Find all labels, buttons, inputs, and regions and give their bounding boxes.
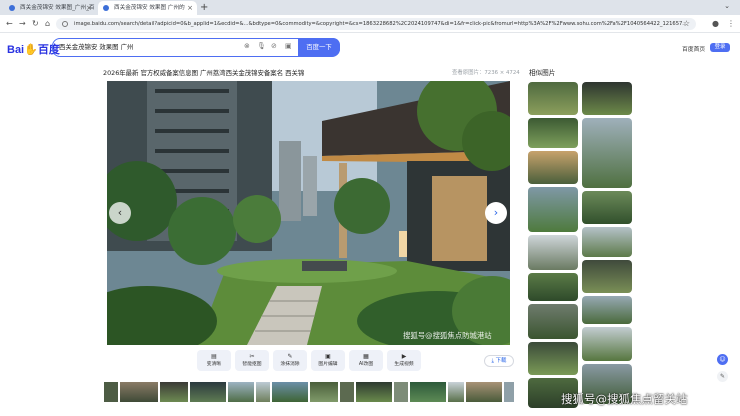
erase-button[interactable]: ✎ 涂抹消除 — [273, 350, 307, 371]
cutout-icon: ✂ — [249, 353, 255, 360]
thumbnail[interactable] — [160, 382, 188, 402]
download-button[interactable]: ⤓ 下载 — [484, 355, 514, 367]
close-tab-icon[interactable]: × — [187, 1, 193, 15]
clear-icon[interactable]: ⊗ — [244, 42, 250, 50]
forward-icon[interactable]: → — [19, 18, 26, 30]
tool-label: 智能抠图 — [242, 362, 262, 367]
thumbnail[interactable] — [310, 382, 338, 402]
related-image[interactable] — [582, 227, 632, 257]
browser-tab-title: 西关金茂锦安 效果图_广州_百 — [20, 5, 95, 11]
tool-label: 涂抹消除 — [280, 362, 300, 367]
bottom-watermark: 搜狐号@搜狐焦点留关站 — [561, 392, 688, 406]
related-image[interactable] — [582, 191, 632, 224]
tool-label: 图片编辑 — [318, 362, 338, 367]
thumbnail[interactable] — [120, 382, 158, 402]
thumbnail[interactable] — [104, 382, 118, 402]
back-icon[interactable]: ← — [6, 18, 13, 30]
thumbnail-strip — [104, 382, 514, 402]
smart-cutout-button[interactable]: ✂ 智能抠图 — [235, 350, 269, 371]
related-image[interactable] — [582, 296, 632, 324]
edit-float-icon[interactable]: ✎ — [717, 371, 728, 382]
image-title: 2026年最新 官方权威备案信息图 广州荔湾西关金茂锦安备案名 西关锦 — [103, 69, 305, 77]
main-image[interactable]: ‹ › 搜狐号@搜狐焦点防城港站 — [107, 81, 510, 345]
edit-icon: ▣ — [325, 353, 331, 360]
tab-bar: 西关金茂锦安 效果图_广州_百 × 西关金茂锦安 效果图 广州的 × + ⌄ — [0, 0, 740, 15]
close-tab-icon[interactable]: × — [86, 1, 92, 15]
related-image[interactable] — [528, 235, 578, 270]
browser-tab-title: 西关金茂锦安 效果图 广州的 — [114, 5, 185, 11]
baidu-favicon-icon — [103, 5, 109, 11]
baidu-favicon-icon — [9, 5, 15, 11]
related-image[interactable] — [582, 82, 632, 115]
related-image[interactable] — [528, 273, 578, 301]
eraser-icon: ✎ — [287, 353, 293, 360]
image-edit-button[interactable]: ▣ 图片编辑 — [311, 350, 345, 371]
tool-label: 变清晰 — [206, 362, 222, 367]
related-image[interactable] — [528, 82, 578, 115]
thumbnail[interactable] — [256, 382, 270, 402]
profile-icon[interactable]: ● — [712, 18, 719, 30]
related-image[interactable] — [528, 118, 578, 148]
hd-icon: ▤ — [211, 353, 217, 360]
feedback-icon[interactable]: ☺ — [717, 354, 728, 365]
url-text: image.baidu.com/search/detail?adpicid=0&… — [74, 21, 688, 27]
previous-image-button[interactable]: ‹ — [109, 202, 131, 224]
address-bar-row: ← → ↻ ⌂ image.baidu.com/search/detail?ad… — [0, 15, 740, 33]
thumbnail[interactable] — [394, 382, 408, 402]
search-button[interactable]: 百度一下 — [298, 38, 340, 56]
related-image[interactable] — [528, 304, 578, 339]
next-image-button[interactable]: › — [485, 202, 507, 224]
related-image[interactable] — [528, 342, 578, 375]
related-image[interactable] — [582, 327, 632, 361]
reload-icon[interactable]: ↻ — [32, 18, 39, 30]
download-icon: ⤓ — [491, 358, 494, 364]
login-button[interactable]: 登录 — [710, 43, 730, 52]
baidu-home-link[interactable]: 百度首页 — [682, 44, 705, 53]
thumbnail[interactable] — [272, 382, 308, 402]
paw-icon: ✋ — [24, 44, 38, 56]
thumbnail[interactable] — [448, 382, 464, 402]
video-icon: ▶ — [401, 353, 407, 360]
related-image[interactable] — [528, 151, 578, 184]
tab-search-icon[interactable]: ⌄ — [724, 2, 730, 10]
attachment-icon[interactable]: ⊘ — [271, 42, 277, 50]
related-image[interactable] — [528, 187, 578, 232]
image-watermark: 搜狐号@搜狐焦点防城港站 — [403, 331, 492, 340]
related-images-title: 相似图片 — [529, 69, 556, 77]
search-box[interactable]: 西关金茂锦安 效果图 广州 ⊗ 🎙 ⊘ ▣ 百度一下 — [52, 38, 340, 57]
thumbnail[interactable] — [466, 382, 502, 402]
search-input[interactable]: 西关金茂锦安 效果图 广州 — [59, 42, 133, 51]
thumbnail[interactable] — [410, 382, 446, 402]
related-image[interactable] — [582, 118, 632, 188]
image-dimensions[interactable]: 查看原图片：7236 × 4724 — [452, 68, 520, 76]
download-label: 下载 — [495, 358, 507, 364]
tool-label: 生成视频 — [394, 362, 414, 367]
ai-icon: ▦ — [363, 353, 369, 360]
enhance-button[interactable]: ▤ 变清晰 — [197, 350, 231, 371]
menu-icon[interactable]: ⋮ — [727, 18, 735, 30]
logo-text: Bai — [7, 44, 25, 56]
thumbnail[interactable] — [504, 382, 514, 402]
thumbnail[interactable] — [190, 382, 226, 402]
url-field[interactable]: image.baidu.com/search/detail?adpicid=0&… — [56, 18, 696, 30]
home-icon[interactable]: ⌂ — [45, 18, 50, 30]
courtyard-photo — [107, 81, 510, 345]
thumbnail[interactable] — [228, 382, 254, 402]
image-search-icon[interactable]: ▣ — [285, 42, 292, 50]
browser-tab-1[interactable]: 西关金茂锦安 效果图_广州_百 × — [4, 1, 96, 15]
related-image[interactable] — [582, 260, 632, 293]
site-info-icon[interactable] — [62, 21, 68, 27]
thumbnail[interactable] — [340, 382, 354, 402]
thumbnail[interactable] — [356, 382, 392, 402]
bookmark-star-icon[interactable]: ☆ — [683, 18, 690, 30]
ai-modify-button[interactable]: ▦ AI改图 — [349, 350, 383, 371]
browser-tab-2[interactable]: 西关金茂锦安 效果图 广州的 × — [98, 1, 197, 15]
new-tab-button[interactable]: + — [200, 0, 208, 15]
tool-label: AI改图 — [358, 362, 374, 367]
microphone-icon[interactable]: 🎙 — [257, 42, 266, 50]
generate-video-button[interactable]: ▶ 生成视频 — [387, 350, 421, 371]
